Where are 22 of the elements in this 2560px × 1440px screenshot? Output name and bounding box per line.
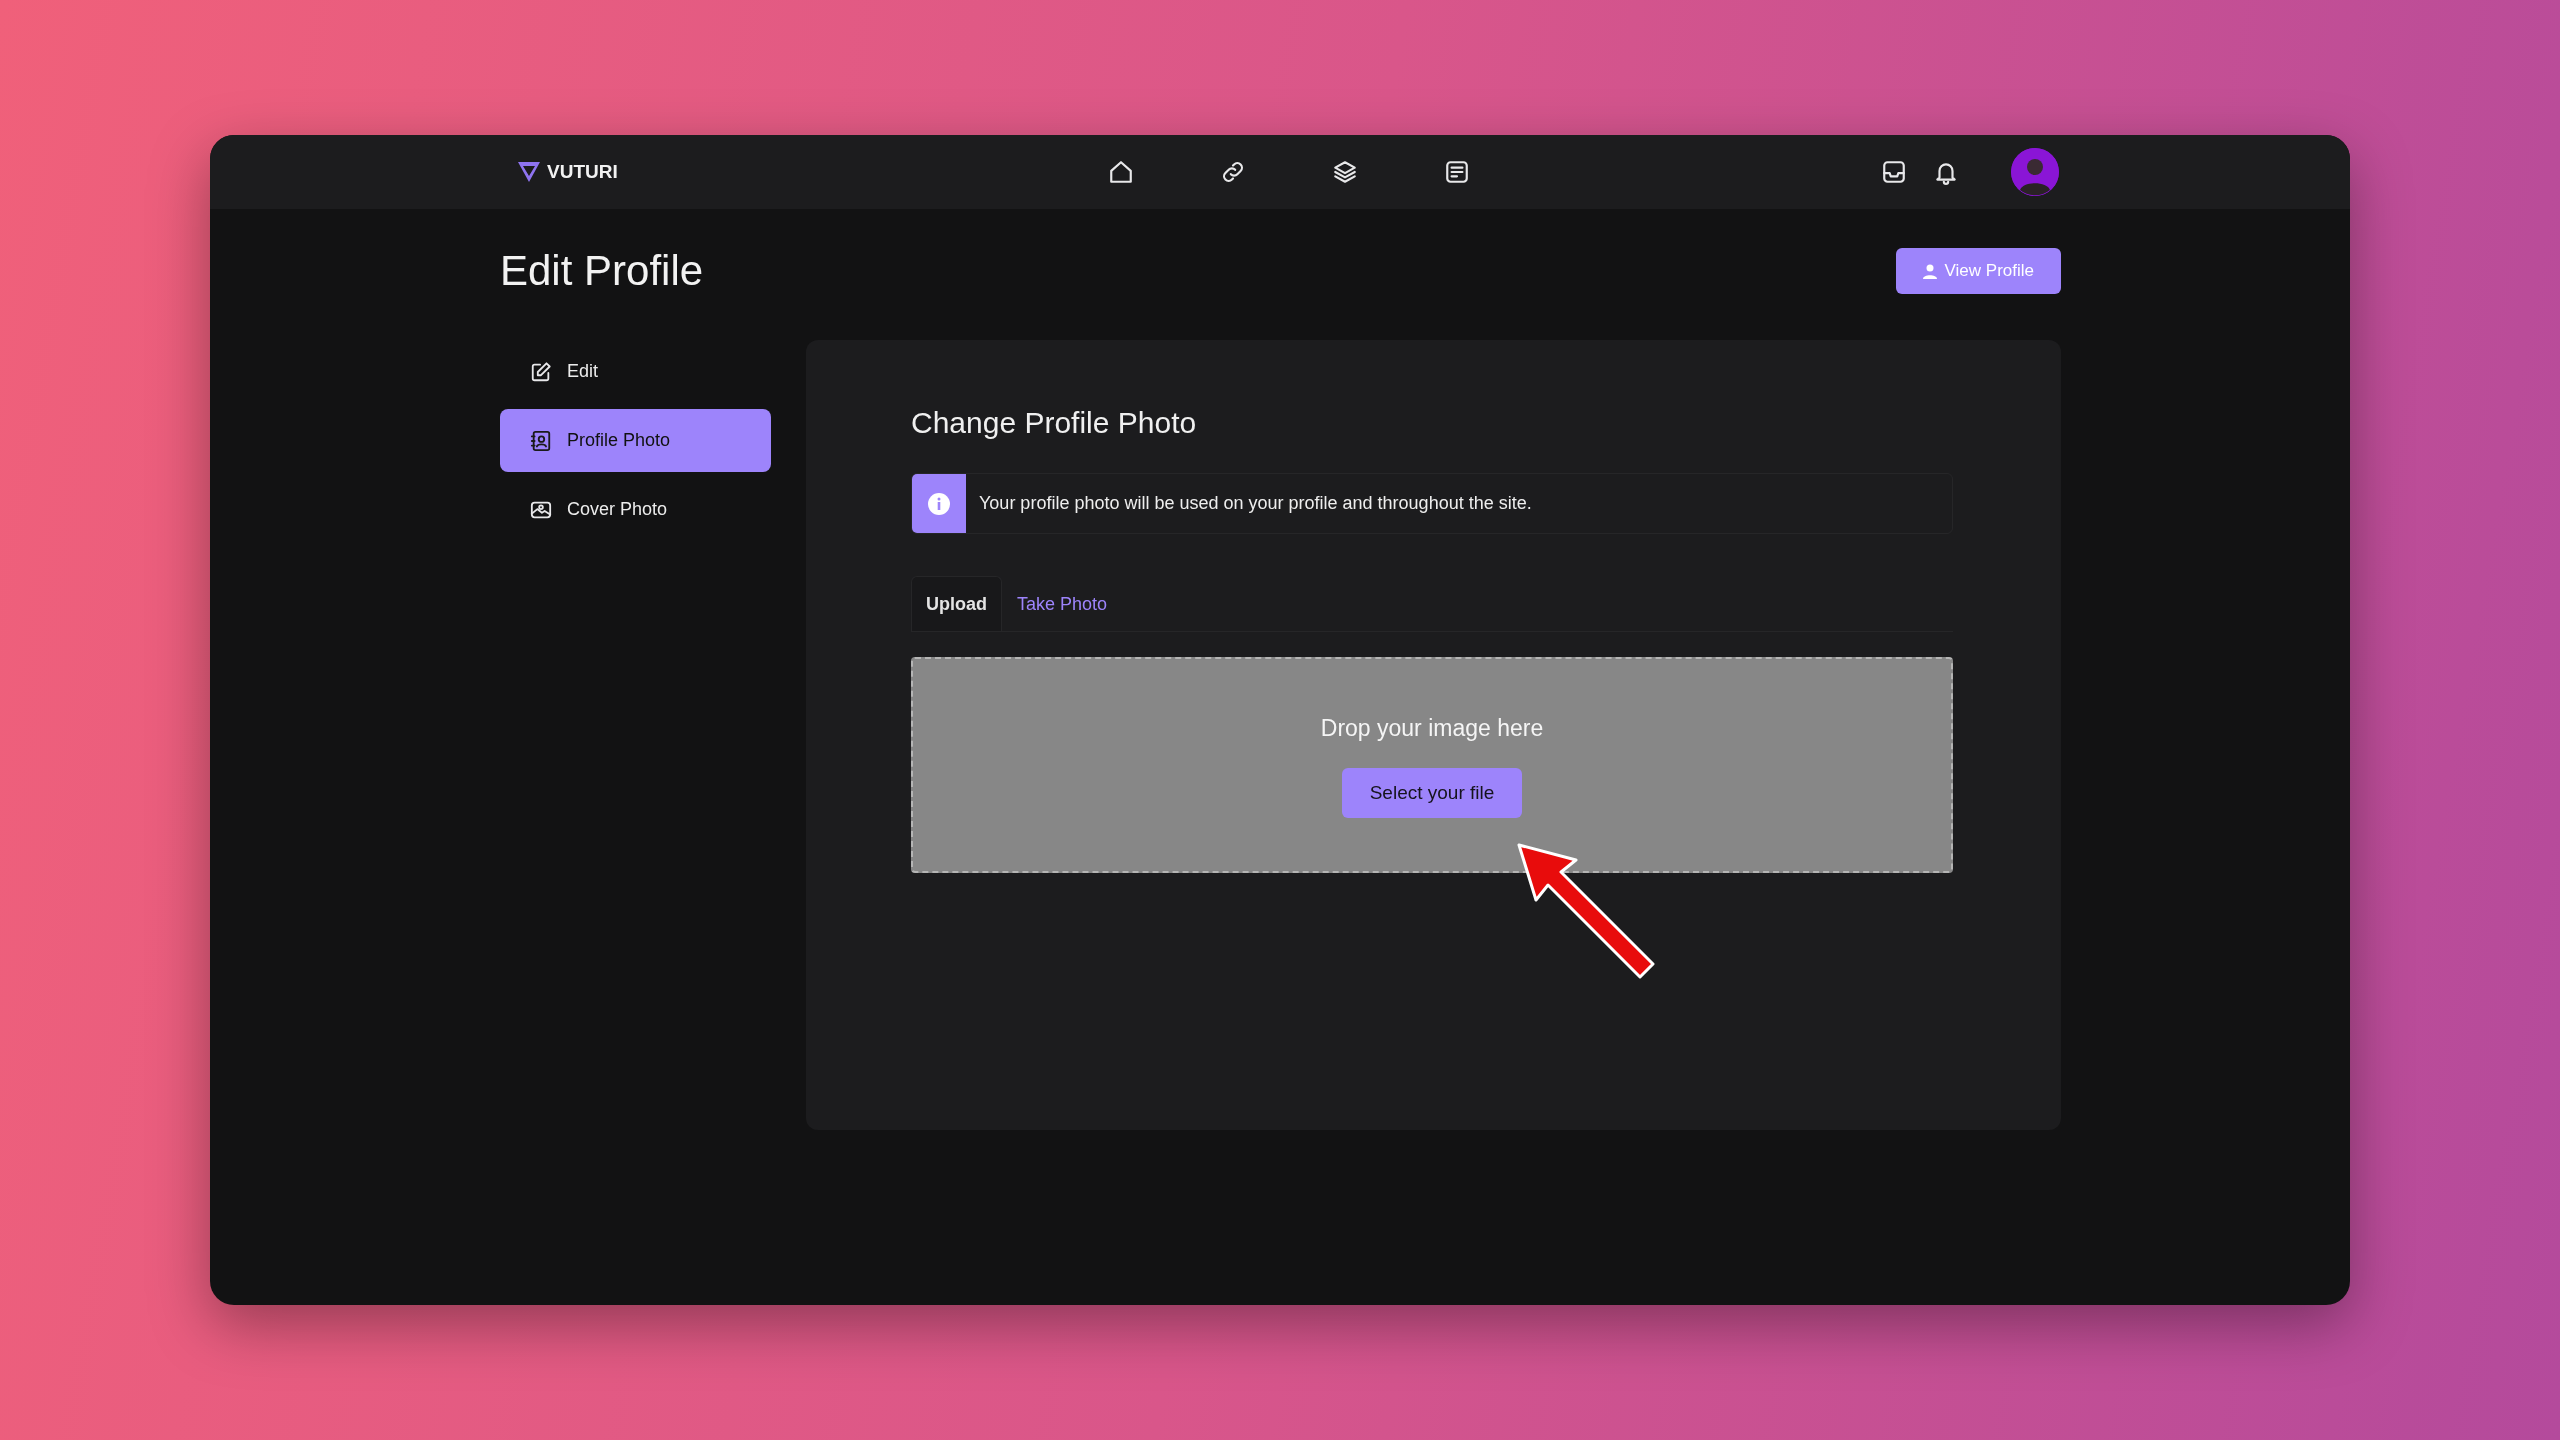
logo-icon <box>517 161 541 183</box>
tab[interactable]: Take Photo <box>1002 576 1123 631</box>
sidebar-item[interactable]: Cover Photo <box>500 478 771 541</box>
layers-icon[interactable] <box>1331 159 1358 185</box>
sidebar-item[interactable]: Edit <box>500 340 771 403</box>
user-icon <box>1922 263 1937 279</box>
brand-name: VUTURI <box>547 161 618 183</box>
select-file-button[interactable]: Select your file <box>1341 768 1523 818</box>
document-icon[interactable] <box>1443 159 1470 185</box>
info-icon <box>928 492 950 515</box>
drop-zone[interactable]: Drop your image here Select your file <box>911 657 1953 873</box>
section-title: Change Profile Photo <box>911 406 1198 441</box>
drop-prompt: Drop your image here <box>1320 715 1544 742</box>
inbox-icon[interactable] <box>1881 159 1907 185</box>
home-icon[interactable] <box>1107 159 1134 185</box>
info-text: Your profile photo will be used on your profile and throughout the site. <box>978 493 1532 514</box>
edit-icon <box>530 360 552 383</box>
contact-card-icon <box>530 429 552 452</box>
avatar[interactable] <box>2011 148 2059 196</box>
sidebar-item[interactable]: Profile Photo <box>500 409 771 472</box>
page-title: Edit Profile <box>500 247 704 295</box>
tab[interactable]: Upload <box>911 576 1002 631</box>
